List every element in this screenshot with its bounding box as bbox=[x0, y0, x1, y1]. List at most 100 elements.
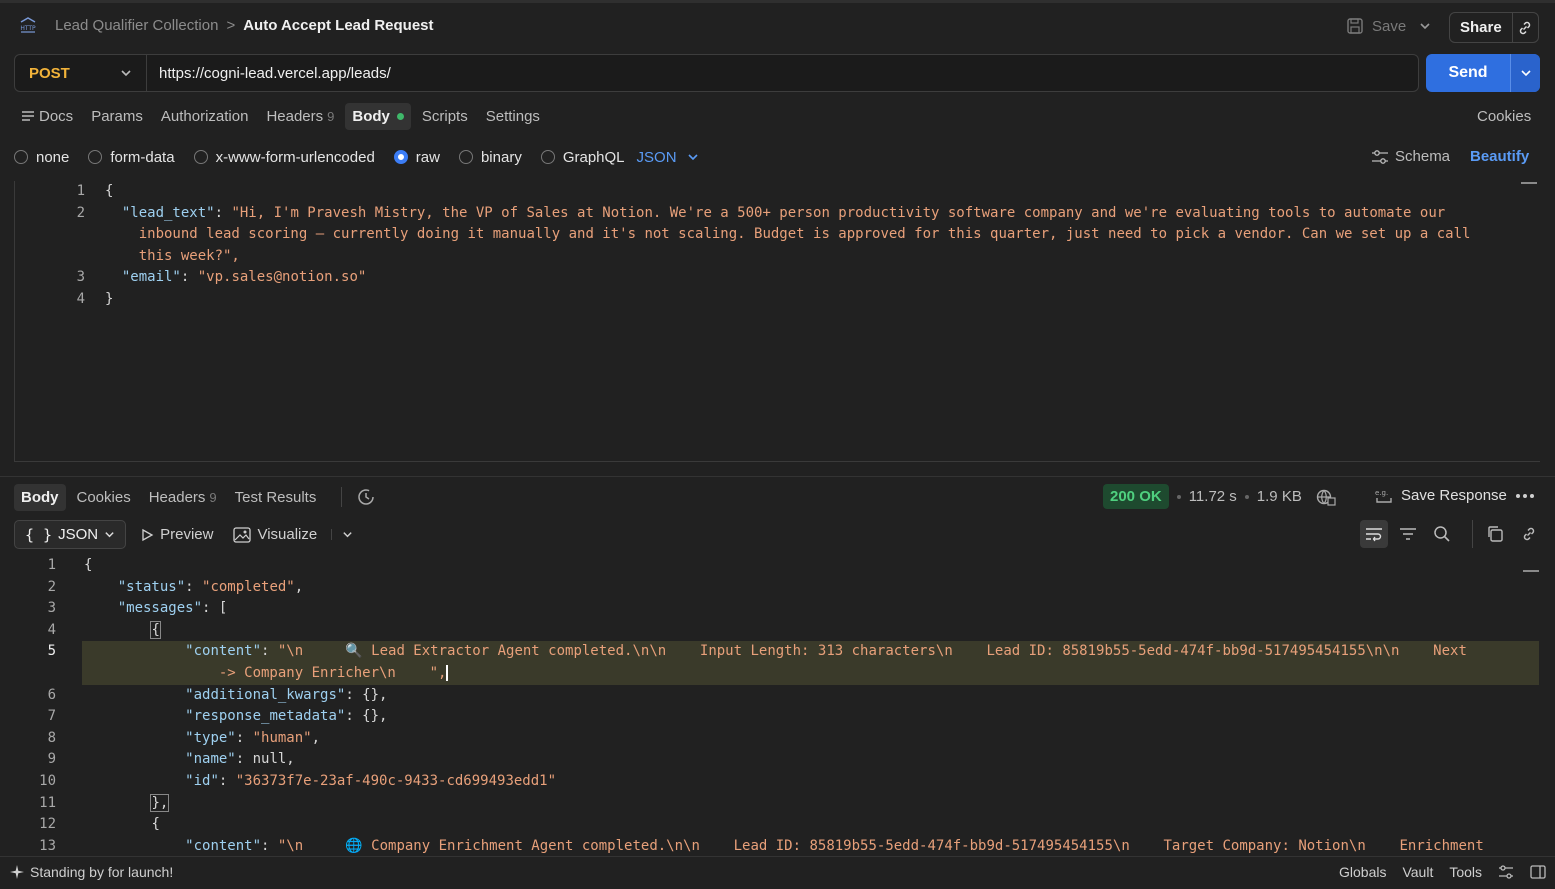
line-number: 4 bbox=[76, 290, 85, 307]
tab-response-headers[interactable]: Headers 9 bbox=[142, 484, 224, 511]
tab-test-results[interactable]: Test Results bbox=[228, 484, 324, 511]
line-number-blank bbox=[15, 224, 85, 246]
toggle-panel-icon[interactable] bbox=[1530, 865, 1546, 879]
wrap-lines-icon[interactable] bbox=[1360, 520, 1388, 548]
line-number: 13 bbox=[39, 837, 56, 854]
radio-circle-selected bbox=[393, 150, 408, 164]
tab-label: Settings bbox=[485, 107, 540, 125]
cookies-link[interactable]: Cookies bbox=[1477, 108, 1531, 125]
matching-brace: }, bbox=[150, 793, 170, 812]
filter-icon[interactable] bbox=[1394, 520, 1422, 548]
copy-icon[interactable] bbox=[1472, 520, 1509, 548]
radio-label: binary bbox=[480, 148, 522, 166]
svg-text:e.g.: e.g. bbox=[1375, 489, 1388, 497]
radio-graphql[interactable]: GraphQL bbox=[540, 149, 625, 166]
tab-body[interactable]: Body bbox=[345, 102, 411, 130]
scrollbar-marker[interactable] bbox=[1521, 182, 1537, 184]
radio-form-data[interactable]: form-data bbox=[88, 149, 175, 166]
request-body-editor[interactable]: 1 2 3 4 { "lead_text": "Hi, I'm Pravesh … bbox=[14, 181, 1540, 462]
json-key: "content" bbox=[185, 837, 262, 854]
code-text: { bbox=[84, 557, 93, 573]
code-text: { bbox=[151, 816, 160, 833]
tab-docs[interactable]: Docs bbox=[14, 103, 80, 130]
radio-binary[interactable]: binary bbox=[458, 148, 522, 166]
request-tabs: Docs Params Authorization Headers 9 Body… bbox=[14, 101, 547, 131]
code-area: { "lead_text": "Hi, I'm Pravesh Mistry, … bbox=[105, 181, 1470, 311]
http-request-icon: HTTP bbox=[18, 16, 38, 36]
save-button[interactable]: Save bbox=[1346, 17, 1406, 35]
launch-status[interactable]: Standing by for launch! bbox=[10, 864, 173, 880]
save-response-icon: e.g. bbox=[1375, 488, 1395, 504]
launch-text: Standing by for launch! bbox=[30, 864, 174, 880]
tab-params[interactable]: Params bbox=[84, 103, 150, 130]
radio-none[interactable]: none bbox=[14, 149, 69, 166]
format-label: JSON bbox=[58, 526, 99, 543]
line-number: 4 bbox=[47, 621, 56, 638]
radio-label: none bbox=[36, 148, 70, 166]
line-number: 8 bbox=[47, 729, 56, 746]
schema-icon bbox=[1371, 149, 1389, 165]
json-string: "\n 🌐 Company Enrichment Agent completed… bbox=[277, 837, 1484, 854]
visualize-button[interactable]: Visualize bbox=[227, 526, 323, 543]
tab-scripts[interactable]: Scripts bbox=[415, 103, 475, 130]
visualize-options-chevron-icon[interactable] bbox=[331, 529, 359, 540]
tools-link[interactable]: Tools bbox=[1449, 864, 1482, 880]
tab-response-cookies[interactable]: Cookies bbox=[70, 484, 138, 511]
tab-label: Headers bbox=[266, 107, 324, 125]
json-key: "response_metadata" bbox=[185, 708, 346, 725]
code-text: null, bbox=[252, 751, 295, 768]
code-line: "lead_text": "Hi, I'm Pravesh Mistry, th… bbox=[121, 204, 1446, 221]
tab-authorization[interactable]: Authorization bbox=[154, 103, 256, 130]
history-icon[interactable] bbox=[341, 487, 376, 507]
breadcrumb-collection[interactable]: Lead Qualifier Collection bbox=[55, 17, 218, 34]
code-text: { bbox=[105, 183, 114, 199]
line-numbers: 1 2 3 4 bbox=[15, 181, 85, 311]
share-button[interactable]: Share bbox=[1449, 12, 1539, 43]
search-icon[interactable] bbox=[1428, 520, 1456, 548]
pane-divider[interactable] bbox=[0, 476, 1555, 477]
beautify-button[interactable]: Beautify bbox=[1470, 148, 1529, 165]
network-icon[interactable] bbox=[1316, 488, 1336, 506]
copy-link-icon[interactable] bbox=[1513, 20, 1538, 36]
tab-label: Cookies bbox=[76, 488, 131, 506]
link-icon[interactable] bbox=[1515, 520, 1543, 548]
json-key: "id" bbox=[185, 772, 219, 789]
chevron-down-icon bbox=[104, 529, 115, 540]
code-line: "id": "36373f7e-23af-490c-9433-cd699493e… bbox=[185, 772, 557, 789]
radio-x-www-form-urlencoded[interactable]: x-www-form-urlencoded bbox=[193, 149, 375, 166]
body-format-select[interactable]: JSON bbox=[637, 149, 699, 166]
send-options-chevron-icon[interactable] bbox=[1510, 54, 1540, 92]
response-format-select[interactable]: { } JSON bbox=[14, 520, 127, 549]
method-select[interactable]: POST bbox=[15, 55, 147, 91]
radio-raw[interactable]: raw bbox=[393, 149, 440, 166]
response-time[interactable]: 11.72 s bbox=[1189, 488, 1237, 505]
tab-settings[interactable]: Settings bbox=[479, 103, 547, 130]
response-body-viewer[interactable]: 1 2 3 4 5 6 7 8 9 10 11 12 13 { "status"… bbox=[14, 555, 1539, 855]
json-key: "messages" bbox=[117, 600, 203, 617]
status-badge[interactable]: 200 OK bbox=[1103, 484, 1169, 509]
globals-link[interactable]: Globals bbox=[1339, 864, 1386, 880]
response-size[interactable]: 1.9 KB bbox=[1257, 488, 1302, 505]
method-label: POST bbox=[29, 64, 70, 82]
request-title[interactable]: Auto Accept Lead Request bbox=[243, 17, 433, 34]
scrollbar-marker[interactable] bbox=[1523, 570, 1539, 572]
json-key: "status" bbox=[117, 578, 186, 595]
url-input[interactable]: https://cogni-lead.vercel.app/leads/ bbox=[147, 65, 391, 82]
save-response-button[interactable]: e.g. Save Response bbox=[1375, 487, 1507, 504]
more-options-icon[interactable] bbox=[1516, 494, 1534, 498]
tab-headers[interactable]: Headers 9 bbox=[259, 103, 341, 130]
save-options-chevron-icon[interactable] bbox=[1419, 20, 1431, 32]
schema-button[interactable]: Schema bbox=[1371, 148, 1450, 165]
tab-label: Test Results bbox=[234, 488, 317, 506]
settings-sliders-icon[interactable] bbox=[1498, 865, 1514, 879]
code-line: { bbox=[84, 555, 1484, 577]
code-line: "response_metadata": {}, bbox=[185, 708, 388, 725]
separator-dot bbox=[1176, 494, 1181, 499]
vault-link[interactable]: Vault bbox=[1402, 864, 1433, 880]
tab-response-body[interactable]: Body bbox=[14, 483, 66, 511]
preview-button[interactable]: Preview bbox=[134, 526, 219, 543]
json-string: "36373f7e-23af-490c-9433-cd699493edd1" bbox=[235, 772, 557, 789]
separator-dot bbox=[1244, 494, 1249, 499]
sparkle-icon bbox=[10, 865, 24, 879]
send-button[interactable]: Send bbox=[1426, 54, 1540, 92]
